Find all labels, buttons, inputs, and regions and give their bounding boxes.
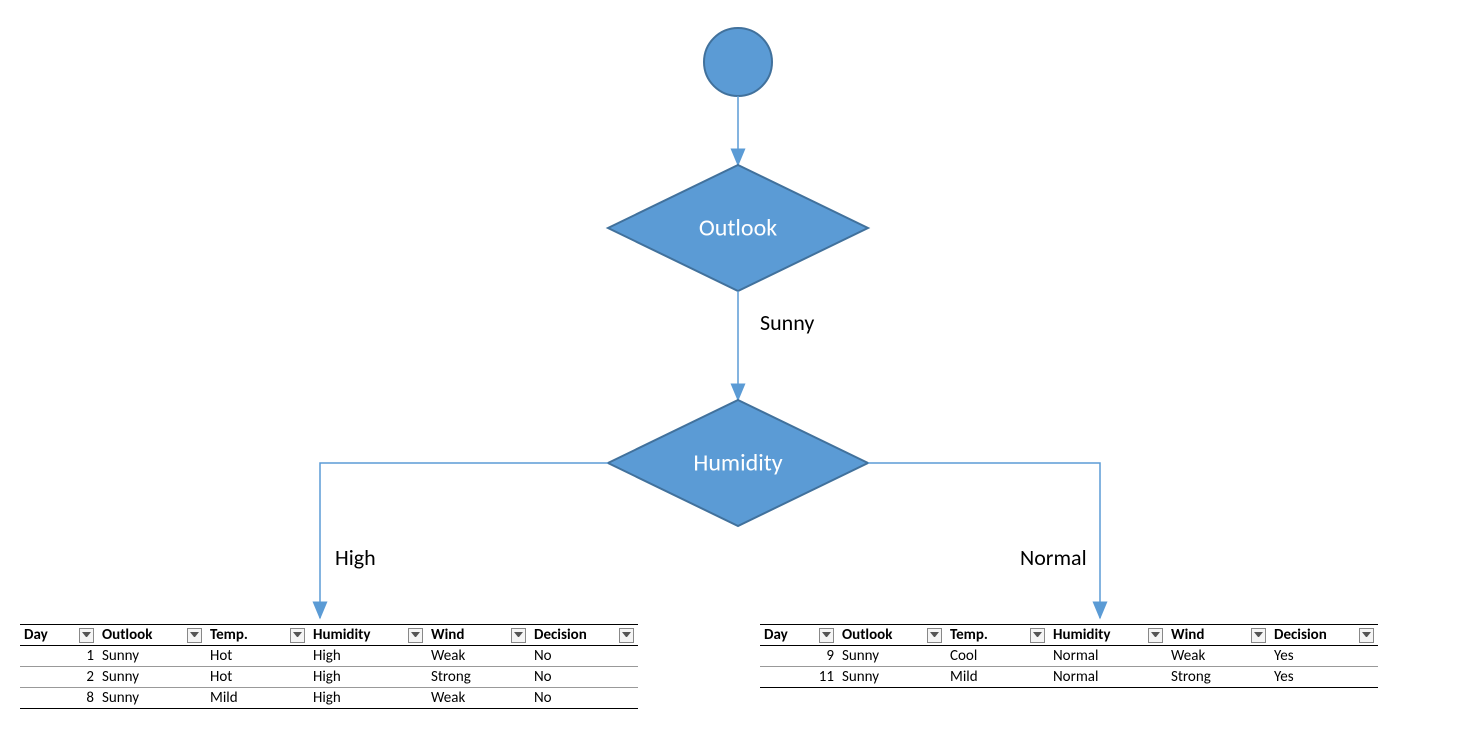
filter-dropdown-icon[interactable] <box>187 628 202 643</box>
outlook-label: Outlook <box>699 214 777 243</box>
col-day: Day <box>20 625 98 646</box>
edge-sunny-label: Sunny <box>760 309 814 336</box>
filter-dropdown-icon[interactable] <box>408 628 423 643</box>
cell-decision: No <box>530 667 638 688</box>
filter-dropdown-icon[interactable] <box>819 628 834 643</box>
edge-humidity-right <box>868 463 1100 618</box>
cell-wind: Weak <box>1167 646 1270 667</box>
filter-dropdown-icon[interactable] <box>1359 628 1374 643</box>
col-temp: Temp. <box>946 625 1049 646</box>
cell-temp: Mild <box>206 688 309 709</box>
filter-dropdown-icon[interactable] <box>1148 628 1163 643</box>
col-humidity: Humidity <box>1049 625 1167 646</box>
cell-outlook: Sunny <box>838 646 946 667</box>
cell-humidity: High <box>309 688 427 709</box>
filter-dropdown-icon[interactable] <box>619 628 634 643</box>
col-decision: Decision <box>530 625 638 646</box>
filter-dropdown-icon[interactable] <box>290 628 305 643</box>
col-temp: Temp. <box>206 625 309 646</box>
cell-temp: Mild <box>946 667 1049 688</box>
edge-high-label: High <box>335 544 376 571</box>
cell-day: 9 <box>760 646 838 667</box>
cell-day: 2 <box>20 667 98 688</box>
cell-temp: Hot <box>206 646 309 667</box>
filter-dropdown-icon[interactable] <box>1030 628 1045 643</box>
cell-temp: Hot <box>206 667 309 688</box>
cell-outlook: Sunny <box>98 667 206 688</box>
cell-day: 11 <box>760 667 838 688</box>
decision-tree-diagram: Outlook Sunny Humidity High Normal DayOu… <box>0 0 1474 740</box>
col-wind: Wind <box>427 625 530 646</box>
cell-outlook: Sunny <box>98 646 206 667</box>
high-humidity-tbody: 1SunnyHotHighWeakNo2SunnyHotHighStrongNo… <box>20 646 638 709</box>
start-node <box>704 28 772 96</box>
cell-wind: Strong <box>427 667 530 688</box>
cell-humidity: High <box>309 667 427 688</box>
cell-decision: Yes <box>1270 667 1378 688</box>
normal-humidity-table: DayOutlookTemp.HumidityWindDecision 9Sun… <box>760 624 1378 688</box>
cell-wind: Strong <box>1167 667 1270 688</box>
normal-humidity-tbody: 9SunnyCoolNormalWeakYes11SunnyMildNormal… <box>760 646 1378 688</box>
filter-dropdown-icon[interactable] <box>1251 628 1266 643</box>
cell-wind: Weak <box>427 646 530 667</box>
cell-outlook: Sunny <box>838 667 946 688</box>
filter-dropdown-icon[interactable] <box>511 628 526 643</box>
table-row: 9SunnyCoolNormalWeakYes <box>760 646 1378 667</box>
col-humidity: Humidity <box>309 625 427 646</box>
cell-humidity: High <box>309 646 427 667</box>
humidity-label: Humidity <box>693 449 782 478</box>
high-humidity-table: DayOutlookTemp.HumidityWindDecision 1Sun… <box>20 624 638 709</box>
cell-outlook: Sunny <box>98 688 206 709</box>
edge-normal-label: Normal <box>1020 544 1087 571</box>
cell-decision: No <box>530 646 638 667</box>
col-wind: Wind <box>1167 625 1270 646</box>
cell-decision: Yes <box>1270 646 1378 667</box>
col-decision: Decision <box>1270 625 1378 646</box>
table-row: 2SunnyHotHighStrongNo <box>20 667 638 688</box>
table-row: 8SunnyMildHighWeakNo <box>20 688 638 709</box>
table-header-row: DayOutlookTemp.HumidityWindDecision <box>20 625 638 646</box>
cell-humidity: Normal <box>1049 667 1167 688</box>
table-header-row: DayOutlookTemp.HumidityWindDecision <box>760 625 1378 646</box>
cell-humidity: Normal <box>1049 646 1167 667</box>
table-row: 11SunnyMildNormalStrongYes <box>760 667 1378 688</box>
cell-temp: Cool <box>946 646 1049 667</box>
cell-wind: Weak <box>427 688 530 709</box>
cell-day: 1 <box>20 646 98 667</box>
col-outlook: Outlook <box>838 625 946 646</box>
col-day: Day <box>760 625 838 646</box>
table-row: 1SunnyHotHighWeakNo <box>20 646 638 667</box>
col-outlook: Outlook <box>98 625 206 646</box>
edge-humidity-left <box>320 463 608 618</box>
cell-decision: No <box>530 688 638 709</box>
filter-dropdown-icon[interactable] <box>79 628 94 643</box>
filter-dropdown-icon[interactable] <box>927 628 942 643</box>
cell-day: 8 <box>20 688 98 709</box>
